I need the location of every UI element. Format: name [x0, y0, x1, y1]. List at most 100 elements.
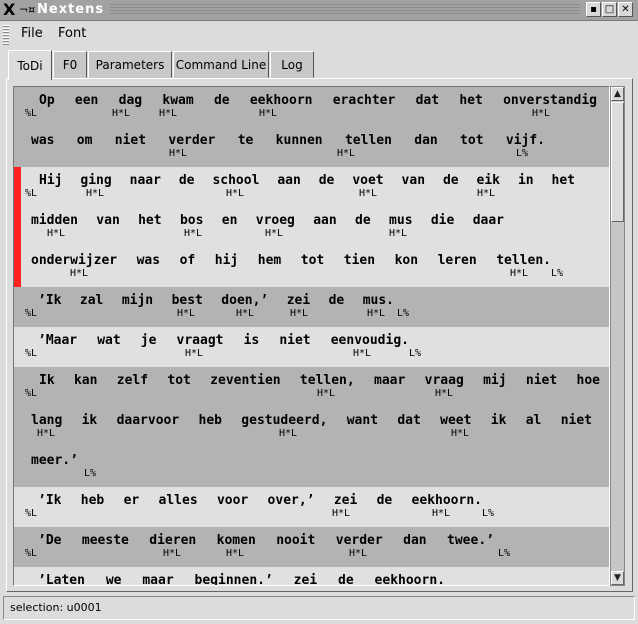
word[interactable]: mus.: [363, 293, 394, 308]
word[interactable]: vraag: [425, 373, 464, 388]
tab-command-line[interactable]: Command Line: [173, 51, 269, 78]
word[interactable]: tot: [167, 373, 190, 388]
word[interactable]: doen,’: [221, 293, 268, 308]
scroll-thumb[interactable]: [611, 102, 624, 222]
word[interactable]: Hij: [39, 173, 62, 188]
word[interactable]: onderwijzer: [31, 253, 117, 268]
word[interactable]: verder: [168, 133, 215, 148]
tab-log[interactable]: Log: [270, 51, 314, 78]
word[interactable]: wat: [97, 333, 120, 348]
word[interactable]: een: [75, 93, 98, 108]
word[interactable]: voet: [352, 173, 383, 188]
word[interactable]: daarvoor: [117, 413, 180, 428]
word[interactable]: tellen,: [300, 373, 355, 388]
word[interactable]: de: [329, 293, 345, 308]
word[interactable]: leren: [438, 253, 477, 268]
word[interactable]: eekhoorn.: [412, 493, 482, 508]
word[interactable]: ’Ik: [38, 493, 61, 508]
word[interactable]: want: [347, 413, 378, 428]
word[interactable]: lang: [31, 413, 62, 428]
word[interactable]: niet: [526, 373, 557, 388]
word[interactable]: mij: [483, 373, 506, 388]
word[interactable]: maar: [374, 373, 405, 388]
word[interactable]: hoe: [577, 373, 600, 388]
vertical-scrollbar[interactable]: ▲ ▼: [610, 86, 625, 586]
word[interactable]: in: [518, 173, 534, 188]
word[interactable]: eenvoudig.: [331, 333, 409, 348]
word[interactable]: is: [244, 333, 260, 348]
word[interactable]: dag: [119, 93, 142, 108]
word[interactable]: kunnen: [276, 133, 323, 148]
word[interactable]: tot: [460, 133, 483, 148]
word[interactable]: midden: [31, 213, 78, 228]
word[interactable]: komen: [217, 533, 256, 548]
word[interactable]: de: [179, 173, 195, 188]
minimize-button[interactable]: ▪: [586, 2, 601, 17]
word[interactable]: daar: [473, 213, 504, 228]
word[interactable]: het: [138, 213, 161, 228]
word[interactable]: vijf.: [506, 133, 545, 148]
word[interactable]: het: [459, 93, 482, 108]
close-button[interactable]: ✕: [618, 2, 633, 17]
word[interactable]: het: [552, 173, 575, 188]
word[interactable]: ’De: [38, 533, 61, 548]
word[interactable]: gestudeerd,: [241, 413, 327, 428]
word[interactable]: naar: [130, 173, 161, 188]
word[interactable]: aan: [277, 173, 300, 188]
word[interactable]: vraagt: [177, 333, 224, 348]
word[interactable]: zei: [294, 573, 317, 585]
x-logo-icon[interactable]: X: [3, 1, 15, 19]
word[interactable]: de: [443, 173, 459, 188]
word[interactable]: we: [106, 573, 122, 585]
word[interactable]: ik: [82, 413, 98, 428]
word[interactable]: onverstandig: [503, 93, 597, 108]
word[interactable]: ’Ik: [38, 293, 61, 308]
menu-font[interactable]: Font: [58, 26, 86, 42]
word[interactable]: best: [172, 293, 203, 308]
word[interactable]: niet: [279, 333, 310, 348]
word[interactable]: eik: [477, 173, 500, 188]
word[interactable]: school: [212, 173, 259, 188]
word[interactable]: of: [180, 253, 196, 268]
word[interactable]: meeste: [82, 533, 129, 548]
word[interactable]: eekhoorn.: [375, 573, 445, 585]
word[interactable]: vroeg: [256, 213, 295, 228]
word[interactable]: maar: [142, 573, 173, 585]
title-bar[interactable]: X ¬¤ Nextens ▪ □ ✕: [0, 0, 638, 21]
window-menu-icon[interactable]: ¬¤: [19, 2, 35, 18]
word[interactable]: tellen.: [496, 253, 551, 268]
word[interactable]: je: [141, 333, 157, 348]
word[interactable]: zal: [80, 293, 103, 308]
word[interactable]: bos: [180, 213, 203, 228]
word[interactable]: van: [402, 173, 425, 188]
word[interactable]: de: [355, 213, 371, 228]
scroll-down-button[interactable]: ▼: [611, 571, 624, 585]
word[interactable]: ’Maar: [38, 333, 77, 348]
word[interactable]: eekhoorn: [250, 93, 313, 108]
word[interactable]: de: [377, 493, 393, 508]
word[interactable]: Ik: [39, 373, 55, 388]
word[interactable]: en: [222, 213, 238, 228]
tab-f0[interactable]: F0: [53, 51, 87, 78]
word[interactable]: niet: [561, 413, 592, 428]
word[interactable]: verder: [336, 533, 383, 548]
word[interactable]: niet: [115, 133, 146, 148]
word[interactable]: twee.’: [447, 533, 494, 548]
word[interactable]: de: [214, 93, 230, 108]
word[interactable]: die: [431, 213, 454, 228]
scroll-up-button[interactable]: ▲: [611, 87, 624, 101]
word[interactable]: tellen: [345, 133, 392, 148]
word[interactable]: was: [31, 133, 54, 148]
word[interactable]: ging: [80, 173, 111, 188]
word[interactable]: om: [77, 133, 93, 148]
word[interactable]: Op: [39, 93, 55, 108]
tab-todi[interactable]: ToDi: [8, 50, 52, 80]
word[interactable]: hij: [215, 253, 238, 268]
word[interactable]: tien: [344, 253, 375, 268]
menu-file[interactable]: File: [21, 26, 43, 42]
word[interactable]: ik: [491, 413, 507, 428]
word[interactable]: meer.’: [31, 453, 78, 468]
word[interactable]: was: [137, 253, 160, 268]
word[interactable]: hem: [258, 253, 281, 268]
word[interactable]: zelf: [117, 373, 148, 388]
